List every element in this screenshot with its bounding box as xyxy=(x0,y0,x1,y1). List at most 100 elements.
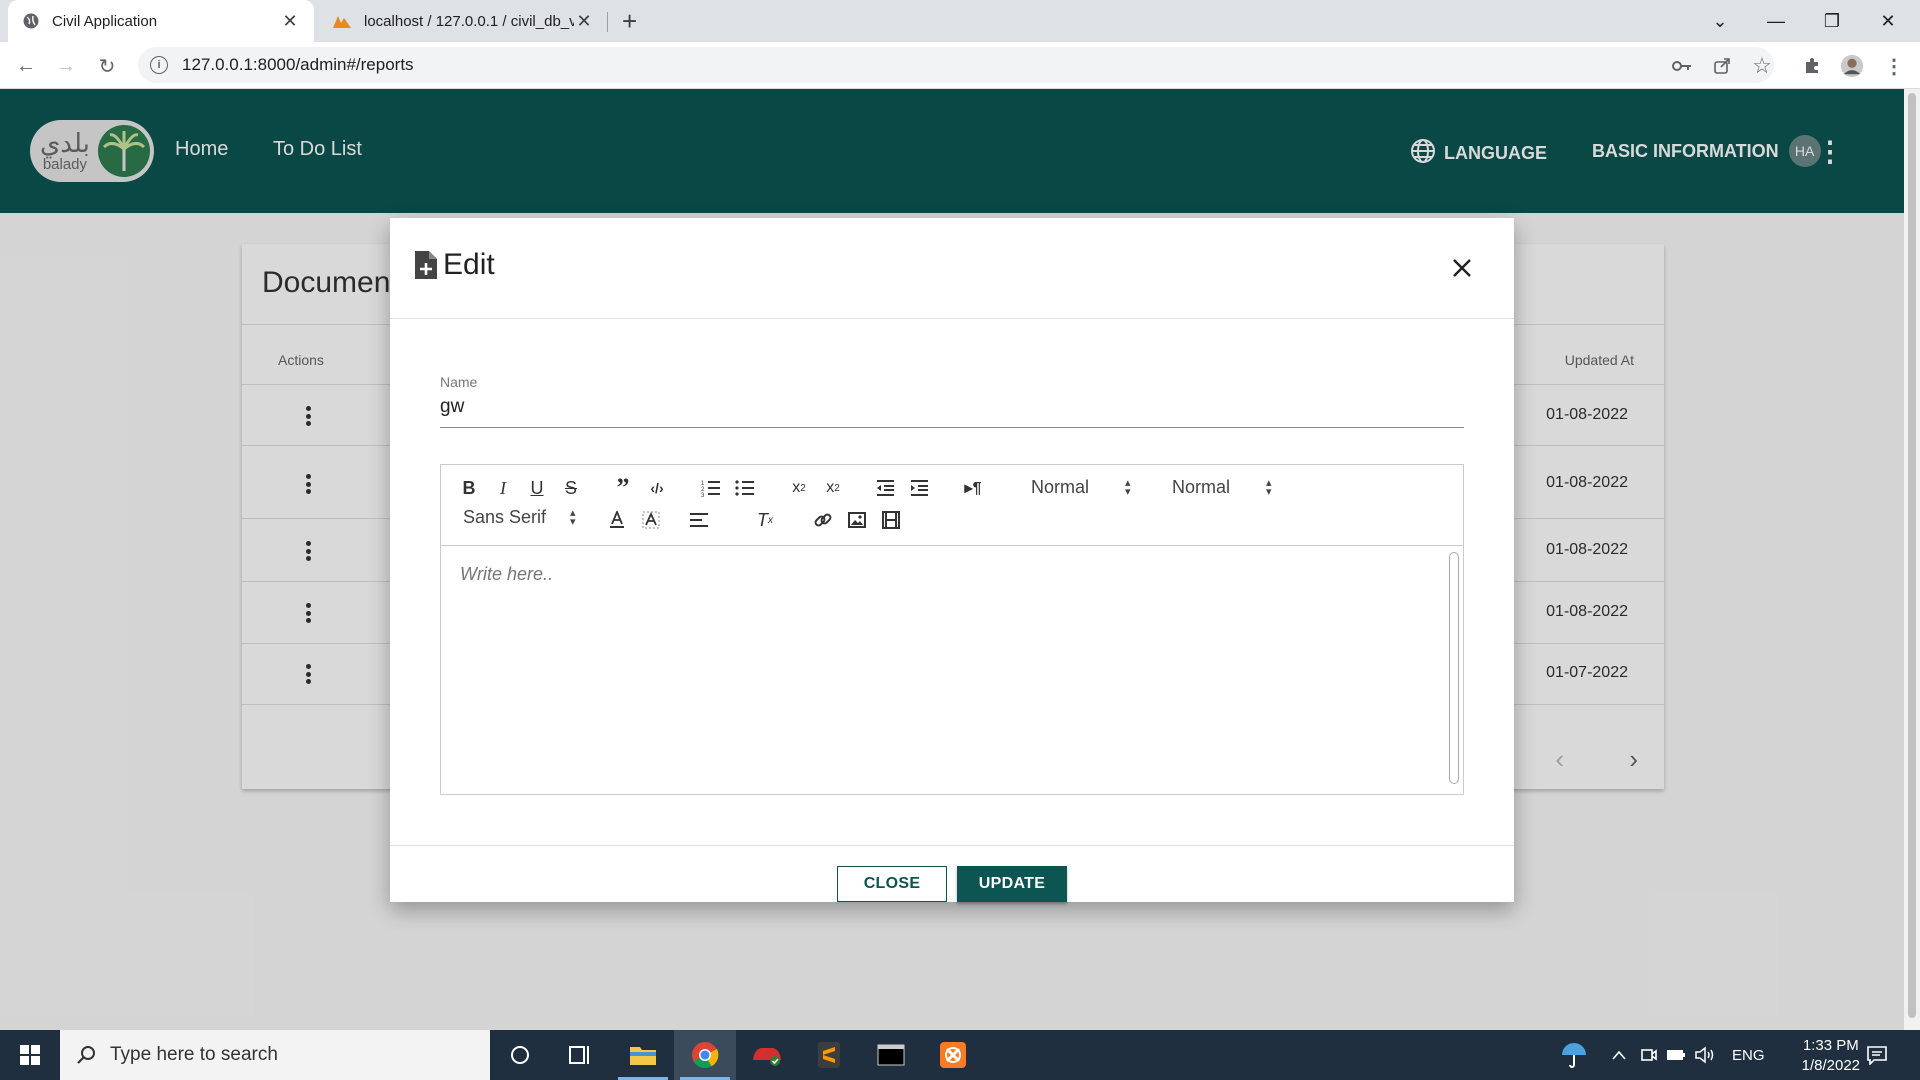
windows-start-icon[interactable] xyxy=(0,1030,60,1080)
superscript-icon[interactable]: x2 xyxy=(821,477,845,499)
notifications-icon[interactable] xyxy=(1866,1030,1888,1080)
tab-close-icon[interactable]: ✕ xyxy=(574,11,594,32)
name-field-label: Name xyxy=(440,374,478,390)
weather-umbrella-icon[interactable] xyxy=(1560,1030,1588,1080)
picker-arrows-icon: ▴ ▾ xyxy=(1266,476,1272,498)
search-placeholder: Type here to search xyxy=(110,1044,278,1065)
code-block-icon[interactable]: ‹/› xyxy=(645,477,669,499)
font-picker-value: Sans Serif xyxy=(463,507,547,527)
back-button[interactable]: ← xyxy=(12,52,40,80)
background-color-icon[interactable] xyxy=(639,509,663,531)
blockquote-icon[interactable]: ” xyxy=(611,473,635,502)
minimize-button[interactable]: — xyxy=(1748,0,1804,42)
edit-dialog: Edit Name gw B I U S ” ‹/› 123 x 2 x 2 ▸… xyxy=(390,218,1514,902)
editor-placeholder: Write here.. xyxy=(460,564,554,584)
picker-arrows-icon: ▴ ▾ xyxy=(1125,476,1131,498)
indent-icon[interactable] xyxy=(907,477,931,499)
size-picker-value: Normal xyxy=(1172,477,1231,497)
meet-now-icon[interactable] xyxy=(1640,1030,1658,1080)
editor-toolbar: B I U S ” ‹/› 123 x2 x2 ▸¶ Normal ▴ ▾ No… xyxy=(441,465,1463,546)
web-page: بلدي balady Home To Do List LANGUAGE BAS… xyxy=(0,89,1904,1030)
window-close-button[interactable]: ✕ xyxy=(1860,0,1916,42)
battery-icon[interactable] xyxy=(1666,1030,1686,1080)
close-icon[interactable] xyxy=(1450,256,1474,280)
file-explorer-icon[interactable] xyxy=(612,1030,674,1080)
app-red-car-icon[interactable] xyxy=(736,1030,798,1080)
image-icon[interactable] xyxy=(845,509,869,531)
picker-arrows-icon: ▴ ▾ xyxy=(570,506,576,528)
forward-button[interactable]: → xyxy=(52,52,80,80)
browser-menu-icon[interactable]: ⋮ xyxy=(1882,54,1906,78)
clock-time: 1:33 PM xyxy=(1802,1037,1859,1054)
browser-tab-strip: Civil Application ✕ localhost / 127.0.0.… xyxy=(0,0,1920,42)
system-clock[interactable]: 1:33 PM 1/8/2022 xyxy=(1802,1036,1860,1076)
input-language-indicator[interactable]: ENG xyxy=(1732,1030,1765,1080)
clock-date: 1/8/2022 xyxy=(1801,1057,1860,1074)
close-button[interactable]: CLOSE xyxy=(837,866,947,902)
dialog-footer-divider xyxy=(390,845,1514,846)
xampp-icon[interactable] xyxy=(922,1030,984,1080)
bold-icon[interactable]: B xyxy=(457,477,481,499)
bookmark-star-icon[interactable]: ☆ xyxy=(1750,53,1774,78)
ordered-list-icon[interactable]: 123 xyxy=(699,477,723,499)
cortana-icon[interactable] xyxy=(489,1030,551,1080)
editor-scrollbar[interactable] xyxy=(1449,552,1459,784)
text-color-icon[interactable] xyxy=(605,509,629,531)
italic-icon[interactable]: I xyxy=(491,477,515,499)
dialog-title: Edit xyxy=(415,248,495,282)
tab-separator xyxy=(607,12,608,32)
strikethrough-icon[interactable]: S xyxy=(559,477,583,499)
font-picker[interactable]: Sans Serif ▴ ▾ xyxy=(463,507,576,528)
name-field[interactable]: gw xyxy=(440,396,1464,428)
video-icon[interactable] xyxy=(879,509,903,531)
url-input[interactable]: i 127.0.0.1:8000/admin#/reports xyxy=(138,47,1774,83)
reload-button[interactable]: ↻ xyxy=(93,52,121,80)
phpmyadmin-icon xyxy=(332,13,352,29)
show-hidden-icons-icon[interactable] xyxy=(1612,1030,1626,1080)
tab-phpmyadmin[interactable]: localhost / 127.0.0.1 / civil_db_v6 ✕ xyxy=(318,0,608,42)
underline-icon[interactable]: U xyxy=(525,477,549,499)
terminal-icon[interactable] xyxy=(860,1030,922,1080)
dialog-header: Edit xyxy=(390,218,1514,319)
taskbar-search-box[interactable]: Type here to search xyxy=(60,1030,490,1080)
outdent-icon[interactable] xyxy=(873,477,897,499)
text-direction-icon[interactable]: ▸¶ xyxy=(961,477,985,499)
restore-button[interactable]: ❐ xyxy=(1804,0,1860,42)
address-bar: ← → ↻ i 127.0.0.1:8000/admin#/reports xyxy=(0,42,1920,89)
align-icon[interactable] xyxy=(687,509,711,531)
globe-icon xyxy=(22,12,40,30)
tab-title: Civil Application xyxy=(52,12,158,30)
file-plus-icon xyxy=(415,251,437,279)
bullet-list-icon[interactable] xyxy=(733,477,757,499)
chrome-icon[interactable] xyxy=(674,1030,736,1080)
share-icon[interactable] xyxy=(1710,54,1734,78)
key-icon[interactable] xyxy=(1670,54,1694,78)
url-text: 127.0.0.1:8000/admin#/reports xyxy=(182,55,414,74)
extensions-icon[interactable] xyxy=(1800,54,1824,78)
tab-close-icon[interactable]: ✕ xyxy=(280,11,300,32)
svg-text:3: 3 xyxy=(701,493,705,497)
tab-search-icon[interactable]: ⌄ xyxy=(1692,0,1748,42)
update-button[interactable]: UPDATE xyxy=(957,866,1067,902)
size-picker[interactable]: Normal ▴ ▾ xyxy=(1172,477,1272,498)
volume-icon[interactable] xyxy=(1694,1030,1716,1080)
link-icon[interactable] xyxy=(811,509,835,531)
search-icon xyxy=(76,1045,96,1065)
editor-content[interactable]: Write here.. xyxy=(441,546,1463,794)
windows-taskbar: Type here to search ENG 1:33 PM 1/8/2022 xyxy=(0,1030,1920,1080)
scrollbar-thumb[interactable] xyxy=(1908,93,1916,1018)
subscript-icon[interactable]: x2 xyxy=(787,477,811,499)
page-scrollbar[interactable] xyxy=(1904,89,1920,1030)
tab-title: localhost / 127.0.0.1 / civil_db_v6 xyxy=(364,12,574,30)
header-picker[interactable]: Normal ▴ ▾ xyxy=(1031,477,1131,498)
task-view-icon[interactable] xyxy=(549,1030,611,1080)
dialog-title-text: Edit xyxy=(443,248,495,281)
tab-civil-application[interactable]: Civil Application ✕ xyxy=(8,0,314,42)
sublime-text-icon[interactable] xyxy=(798,1030,860,1080)
rich-text-editor: B I U S ” ‹/› 123 x2 x2 ▸¶ Normal ▴ ▾ No… xyxy=(440,464,1464,795)
profile-avatar[interactable] xyxy=(1840,54,1864,78)
clear-format-icon[interactable]: Tx xyxy=(753,509,777,531)
new-tab-button[interactable]: + xyxy=(622,6,637,37)
site-info-icon[interactable]: i xyxy=(150,56,168,74)
header-picker-value: Normal xyxy=(1031,477,1090,497)
